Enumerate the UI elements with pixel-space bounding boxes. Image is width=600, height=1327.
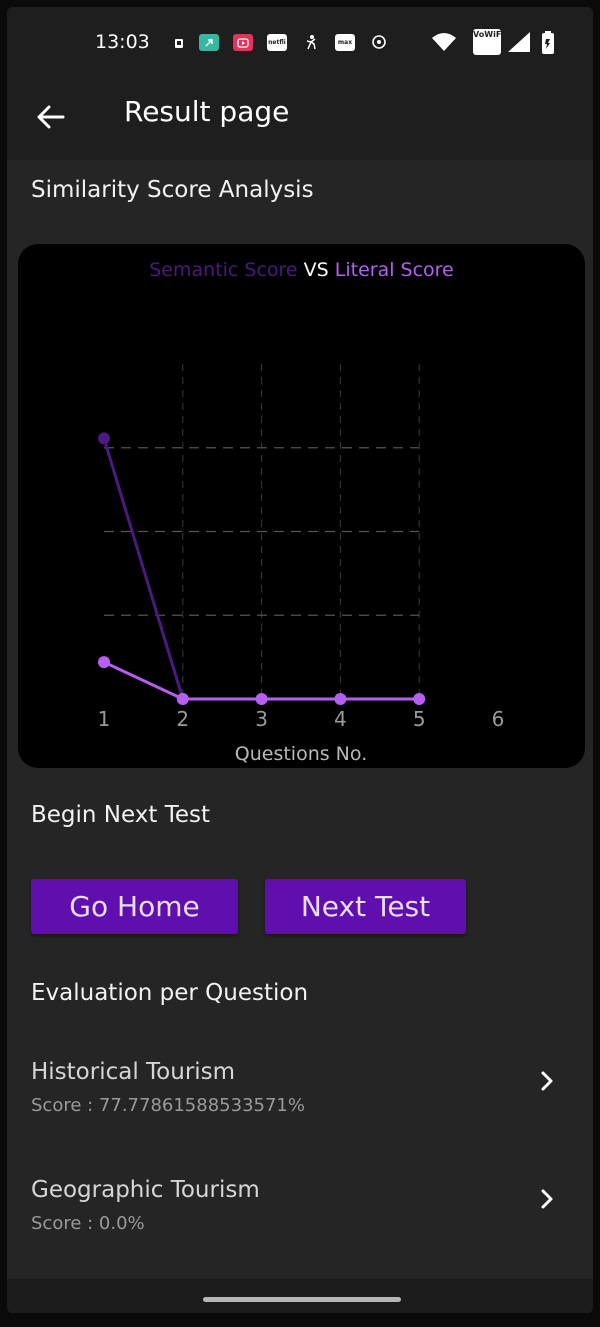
x-tick-label: 3 xyxy=(255,707,268,731)
chevron-right-icon xyxy=(535,1069,559,1097)
x-axis-label: Questions No. xyxy=(235,743,367,765)
evaluation-item-geographic-tourism[interactable]: Geographic Tourism Score : 0.0% xyxy=(7,1177,593,1287)
figure-app-icon xyxy=(301,34,321,51)
page-title: Result page xyxy=(124,95,290,128)
chart-card: Semantic Score VS Literal Score 1 2 3 4 5 6 Qu… xyxy=(18,244,585,768)
chevron-right-icon xyxy=(535,1187,559,1215)
back-arrow-icon xyxy=(37,105,65,129)
line-chart: 1 2 3 4 5 6 Questions No. xyxy=(98,364,505,765)
data-point xyxy=(334,693,347,705)
status-bar: 13:03 netfli max VoWiFi xyxy=(7,7,593,77)
x-tick-label: 5 xyxy=(413,707,426,731)
app-bar: Result page xyxy=(7,77,593,160)
phone-screen: 13:03 netfli max VoWiFi Result page Simi… xyxy=(7,7,593,1313)
music-app-icon xyxy=(369,34,389,51)
battery-icon xyxy=(541,31,555,59)
home-gesture-handle[interactable] xyxy=(203,1297,401,1302)
max-app-icon: max xyxy=(335,34,355,51)
next-test-button[interactable]: Next Test xyxy=(265,879,466,934)
next-test-section-title: Begin Next Test xyxy=(31,802,210,828)
status-time: 13:03 xyxy=(95,31,150,53)
x-tick-label: 4 xyxy=(334,707,347,731)
data-point xyxy=(98,656,110,669)
navigation-bar xyxy=(7,1279,593,1313)
x-tick-label: 2 xyxy=(176,707,189,731)
data-point xyxy=(255,693,268,705)
evaluation-section-title: Evaluation per Question xyxy=(31,980,309,1006)
video-app-icon xyxy=(233,34,253,51)
evaluation-score: Score : 0.0% xyxy=(31,1213,145,1234)
x-tick-label: 1 xyxy=(98,707,111,731)
similarity-section-title: Similarity Score Analysis xyxy=(31,177,314,203)
data-point xyxy=(176,693,189,705)
evaluation-title: Historical Tourism xyxy=(31,1059,236,1085)
back-button[interactable] xyxy=(31,97,71,137)
signal-icon xyxy=(507,31,531,57)
data-point xyxy=(98,432,110,445)
wifi-icon xyxy=(431,31,457,57)
series-line-semantic-score xyxy=(102,438,185,700)
evaluation-item-historical-tourism[interactable]: Historical Tourism Score : 77.7786158853… xyxy=(7,1059,593,1169)
sim-card-icon xyxy=(169,34,189,51)
evaluation-score: Score : 77.77861588533571% xyxy=(31,1095,305,1116)
evaluation-title: Geographic Tourism xyxy=(31,1177,260,1203)
x-tick-label: 6 xyxy=(492,707,505,731)
external-link-app-icon xyxy=(199,34,219,51)
data-point xyxy=(413,693,426,705)
go-home-button[interactable]: Go Home xyxy=(31,879,238,934)
netflix-app-icon: netfli xyxy=(267,34,287,51)
vowifi-icon: VoWiFi xyxy=(473,29,504,55)
